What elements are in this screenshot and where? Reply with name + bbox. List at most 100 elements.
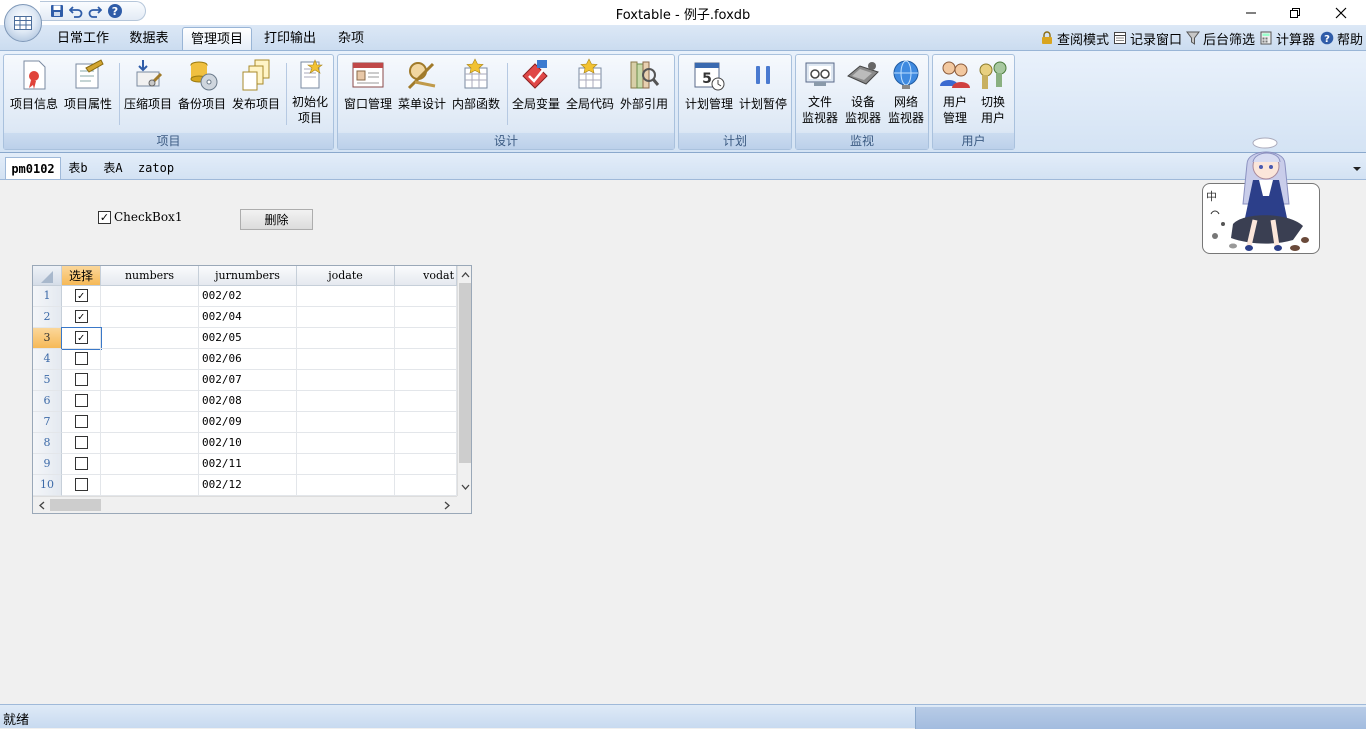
checkbox-checked[interactable]: ✓ — [74, 289, 88, 302]
column-header-vodat[interactable]: vodat — [395, 266, 457, 286]
horizontal-scroll-thumb[interactable] — [50, 499, 101, 511]
numbers-cell[interactable] — [101, 412, 199, 433]
jurnumbers-cell[interactable]: 002/12 — [199, 475, 297, 496]
numbers-cell[interactable] — [101, 475, 199, 496]
select-cell[interactable] — [62, 349, 101, 370]
table-row[interactable]: 9 002/11 — [33, 454, 457, 475]
row-number[interactable]: 6 — [33, 391, 62, 412]
file-monitor-button[interactable]: 文件 监视器 — [798, 55, 842, 133]
jodate-cell[interactable] — [297, 307, 395, 328]
global-variable-button[interactable]: 全局变量 — [510, 55, 562, 133]
doc-tab-b[interactable]: 表b — [62, 157, 94, 179]
table-row[interactable]: 10 002/12 — [33, 475, 457, 496]
restore-button[interactable] — [1272, 0, 1318, 25]
external-reference-button[interactable]: 外部引用 — [618, 55, 670, 133]
column-header-select[interactable]: 选择 — [62, 266, 101, 286]
select-cell[interactable] — [62, 391, 101, 412]
grid-corner[interactable] — [33, 266, 62, 286]
select-cell[interactable] — [62, 454, 101, 475]
row-number[interactable]: 10 — [33, 475, 62, 496]
jodate-cell[interactable] — [297, 391, 395, 412]
doc-tab-pm0102[interactable]: pm0102 — [5, 157, 61, 179]
calculator-button[interactable]: 计算器 — [1259, 29, 1315, 48]
project-properties-button[interactable]: 项目属性 — [62, 55, 114, 133]
jodate-cell[interactable] — [297, 454, 395, 475]
checkbox-checked[interactable]: ✓ — [74, 331, 88, 344]
record-window-button[interactable]: 记录窗口 — [1113, 29, 1182, 48]
numbers-cell[interactable] — [101, 286, 199, 307]
vodat-cell[interactable] — [395, 475, 457, 496]
row-number[interactable]: 2 — [33, 307, 62, 328]
table-row[interactable]: 5 002/07 — [33, 370, 457, 391]
vodat-cell[interactable] — [395, 433, 457, 454]
select-cell[interactable] — [62, 433, 101, 454]
jodate-cell[interactable] — [297, 349, 395, 370]
numbers-cell[interactable] — [101, 454, 199, 475]
jurnumbers-cell[interactable]: 002/11 — [199, 454, 297, 475]
checkbox-unchecked[interactable] — [74, 373, 88, 386]
compress-project-button[interactable]: 压缩项目 — [122, 55, 174, 133]
row-number[interactable]: 7 — [33, 412, 62, 433]
tab-print-output[interactable]: 打印输出 — [258, 27, 322, 50]
checkbox-unchecked[interactable] — [74, 478, 88, 491]
checkbox1[interactable]: ✓ CheckBox1 — [98, 210, 182, 224]
jodate-cell[interactable] — [297, 328, 395, 349]
read-mode-button[interactable]: 查阅模式 — [1040, 29, 1109, 48]
scroll-down-icon[interactable] — [458, 480, 472, 494]
network-monitor-button[interactable]: 网络 监视器 — [884, 55, 928, 133]
publish-project-button[interactable]: 发布项目 — [230, 55, 282, 133]
select-cell[interactable]: ✓ — [62, 286, 101, 307]
horizontal-scrollbar[interactable] — [33, 496, 457, 513]
initialize-project-button[interactable]: 初始化 项目 — [288, 55, 332, 133]
application-menu-button[interactable] — [4, 4, 42, 42]
select-cell[interactable] — [62, 475, 101, 496]
jurnumbers-cell[interactable]: 002/10 — [199, 433, 297, 454]
table-row[interactable]: 2 ✓ 002/04 — [33, 307, 457, 328]
tab-manage-project[interactable]: 管理项目 — [182, 27, 252, 50]
checkbox-unchecked[interactable] — [74, 394, 88, 407]
jurnumbers-cell[interactable]: 002/06 — [199, 349, 297, 370]
vodat-cell[interactable] — [395, 391, 457, 412]
jodate-cell[interactable] — [297, 475, 395, 496]
checkbox-unchecked[interactable] — [74, 352, 88, 365]
jurnumbers-cell[interactable]: 002/02 — [199, 286, 297, 307]
jodate-cell[interactable] — [297, 412, 395, 433]
select-cell[interactable]: ✓ — [62, 307, 101, 328]
numbers-cell[interactable] — [101, 328, 199, 349]
column-header-numbers[interactable]: numbers — [101, 266, 199, 286]
checkbox1-box[interactable]: ✓ — [98, 210, 111, 224]
table-row[interactable]: 3 ✓ 002/05 — [33, 327, 457, 350]
table-row[interactable]: 4 002/06 — [33, 349, 457, 370]
row-number[interactable]: 5 — [33, 370, 62, 391]
numbers-cell[interactable] — [101, 433, 199, 454]
scroll-right-icon[interactable] — [440, 498, 454, 513]
device-monitor-button[interactable]: 设备 监视器 — [841, 55, 885, 133]
global-code-button[interactable]: 全局代码 — [564, 55, 616, 133]
jodate-cell[interactable] — [297, 286, 395, 307]
mascot-widget[interactable]: 中 — [1202, 137, 1320, 254]
vodat-cell[interactable] — [395, 328, 457, 349]
menu-design-button[interactable]: 菜单设计 — [396, 55, 448, 133]
switch-user-button[interactable]: 切换 用户 — [973, 55, 1013, 133]
checkbox-unchecked[interactable] — [74, 436, 88, 449]
select-cell[interactable]: ✓ — [61, 327, 102, 350]
minimize-button[interactable] — [1228, 0, 1274, 25]
internal-function-button[interactable]: 内部函数 — [450, 55, 502, 133]
vodat-cell[interactable] — [395, 412, 457, 433]
scroll-left-icon[interactable] — [35, 498, 49, 513]
undo-icon[interactable] — [69, 4, 83, 18]
checkbox-unchecked[interactable] — [74, 457, 88, 470]
jodate-cell[interactable] — [297, 370, 395, 391]
doc-tab-zatop[interactable]: zatop — [134, 157, 178, 179]
numbers-cell[interactable] — [101, 370, 199, 391]
row-number[interactable]: 9 — [33, 454, 62, 475]
vodat-cell[interactable] — [395, 286, 457, 307]
schedule-pause-button[interactable]: 计划暂停 — [737, 55, 789, 133]
delete-button[interactable]: 删除 — [240, 209, 313, 230]
row-number[interactable]: 8 — [33, 433, 62, 454]
row-number[interactable]: 4 — [33, 349, 62, 370]
vertical-scroll-thumb[interactable] — [459, 283, 471, 463]
table-row[interactable]: 6 002/08 — [33, 391, 457, 412]
help-circle-icon[interactable]: ? — [107, 3, 123, 19]
window-manage-button[interactable]: 窗口管理 — [342, 55, 394, 133]
